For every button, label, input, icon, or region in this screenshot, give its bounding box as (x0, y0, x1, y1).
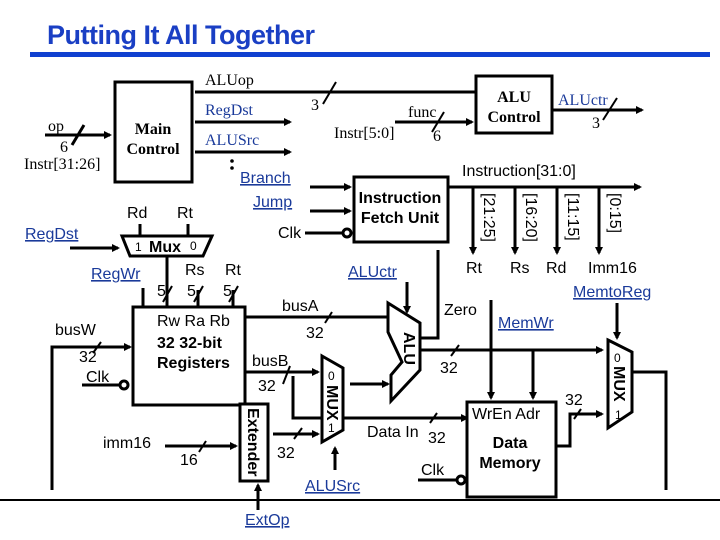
aluop-label: ALUop (205, 72, 254, 89)
main-control-label-1: Main (135, 121, 172, 138)
field-21-25: [21:25] (480, 193, 497, 242)
regfile-label-2: Registers (157, 355, 230, 372)
memtoreg-mux-in1: 1 (615, 408, 622, 422)
data-in-wire (291, 376, 469, 422)
regfile-ports: Rw Ra Rb (157, 313, 230, 330)
register-file: Rw Ra Rb 32 32-bit Registers (131, 305, 247, 407)
dmem-out-wire (556, 410, 604, 448)
alu-control-block: ALU Control (474, 74, 554, 135)
data-memory-block: WrEn Adr Data Memory (465, 400, 558, 499)
data-in-label: Data In (367, 424, 419, 441)
memtoreg-mux: 0 MUX 1 (606, 337, 634, 431)
regdst-mux-label: Mux (149, 239, 181, 256)
regfile-clk-label: Clk (86, 369, 110, 386)
field-name-rt: Rt (466, 260, 483, 277)
field-16-20: [16:20] (522, 193, 539, 242)
field-name-rs: Rs (510, 260, 530, 277)
ifu-clk-label: Clk (278, 225, 302, 242)
regfile-label-1: 32 32-bit (157, 335, 223, 352)
func-source: Instr[5:0] (334, 125, 394, 142)
data-in-width: 32 (428, 430, 446, 447)
jump-label: Jump (253, 194, 292, 211)
op-label: op (48, 118, 64, 135)
regwr-label: RegWr (91, 266, 141, 283)
writeback-wire (632, 370, 668, 490)
memwr-label: MemWr (498, 315, 554, 332)
aluctr-out-label: ALUctr (558, 92, 608, 109)
instruction-fetch-unit: Instruction Fetch Unit (352, 175, 450, 244)
memtoreg-mux-label: MUX (610, 366, 627, 402)
main-control-block: Main Control (113, 80, 194, 184)
regdst-mux: 1 Mux 0 (119, 234, 215, 258)
memtoreg-control-label: MemtoReg (573, 284, 651, 301)
datapath-diagram: Main Control op 6 Instr[31:26] ALUop 3 R… (0, 72, 720, 529)
extender-block: Extender (238, 402, 270, 483)
data-memory-label-2: Memory (479, 455, 540, 472)
zero-label: Zero (444, 302, 477, 319)
ellipsis-dot (230, 166, 234, 170)
alu-control-label-1: ALU (497, 89, 531, 106)
func-label: func (408, 104, 436, 121)
ifu-clk-bubble (341, 227, 353, 239)
alusrc-mux: 0 MUX 1 (320, 353, 345, 445)
regdst-control-label: RegDst (25, 226, 79, 243)
branch-label: Branch (240, 170, 291, 187)
regdst-mux-in1: 1 (135, 240, 142, 254)
data-memory-label-1: Data (493, 435, 528, 452)
busa-width: 32 (306, 325, 324, 342)
imm16-label: imm16 (103, 435, 151, 452)
aluop-width: 3 (311, 97, 319, 114)
aluctr-control-label: ALUctr (348, 264, 398, 281)
ext-out-width: 32 (277, 445, 295, 462)
alusrc-mux-in0: 0 (328, 369, 335, 383)
busw-width: 32 (79, 349, 97, 366)
ifu-label-2: Fetch Unit (361, 210, 440, 227)
rs-label: Rs (185, 262, 205, 279)
zero-wire (420, 250, 440, 340)
regfile-clk-bubble (118, 379, 130, 391)
field-name-rd: Rd (546, 260, 566, 277)
alusrc-out-label: ALUSrc (205, 132, 259, 149)
regdst-out-label: RegDst (205, 102, 254, 119)
alusrc-mux-in1: 1 (328, 421, 335, 435)
alu-label: ALU (400, 332, 417, 365)
dmem-clk-label: Clk (421, 462, 445, 479)
ellipsis-dot (230, 159, 234, 163)
rs-width: 5 (187, 283, 196, 300)
data-memory-ports: WrEn Adr (472, 406, 541, 423)
imm16-width: 16 (180, 452, 198, 469)
alu-result-width: 32 (440, 360, 458, 377)
busw-label: busW (55, 322, 97, 339)
rt-reg-label: Rt (225, 262, 242, 279)
main-control-label-2: Control (126, 141, 180, 158)
field-name-imm16: Imm16 (588, 260, 637, 277)
busb-label: busB (252, 353, 288, 370)
dmem-clk-bubble (455, 474, 467, 486)
instruction-bus-label: Instruction[31:0] (462, 163, 576, 180)
aluctr-width: 3 (592, 115, 600, 132)
func-width: 6 (433, 128, 441, 145)
op-width: 6 (60, 139, 68, 156)
field-11-15: [11:15] (564, 193, 581, 241)
extop-label: ExtOp (245, 512, 290, 529)
memtoreg-mux-in0: 0 (614, 351, 621, 365)
rd-label: Rd (127, 205, 147, 222)
busa-label: busA (282, 298, 319, 315)
alusrc-control-label: ALUSrc (305, 478, 360, 495)
rt-label: Rt (177, 205, 194, 222)
busb-width: 32 (258, 378, 276, 395)
field-0-15: [0:15] (606, 193, 623, 233)
dmem-out-width: 32 (565, 392, 583, 409)
regdst-mux-in0: 0 (190, 239, 197, 253)
alusrc-mux-label: MUX (323, 385, 340, 421)
alu-control-label-2: Control (487, 109, 541, 126)
op-source: Instr[31:26] (24, 156, 100, 173)
alu-block: ALU (386, 300, 422, 405)
ifu-label-1: Instruction (359, 190, 442, 207)
extender-label: Extender (244, 408, 261, 476)
